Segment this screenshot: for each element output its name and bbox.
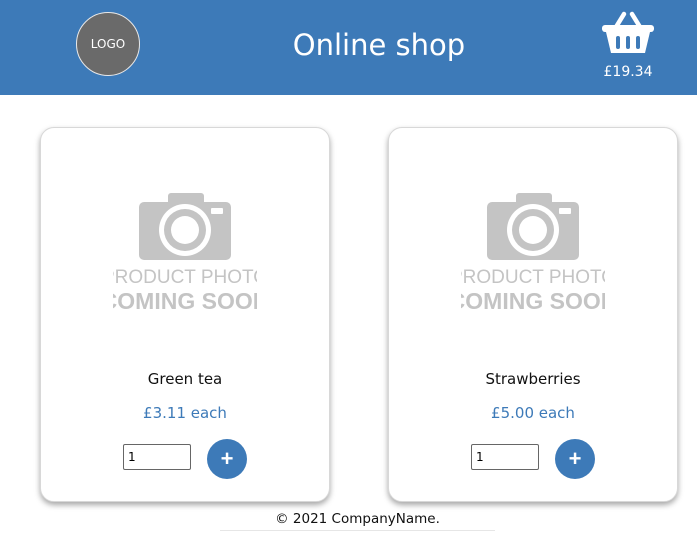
quantity-input[interactable] xyxy=(471,444,539,470)
product-card: PRODUCT PHOTO COMING SOON Green tea £3.1… xyxy=(40,127,330,502)
cart-button[interactable]: £19.34 xyxy=(594,10,662,86)
svg-text:COMING SOON: COMING SOON xyxy=(113,288,257,314)
quantity-input[interactable] xyxy=(123,444,191,470)
page-title: Online shop xyxy=(292,28,466,62)
product-card: PRODUCT PHOTO COMING SOON Strawberries £… xyxy=(388,127,678,502)
camera-icon xyxy=(139,193,231,260)
basket-icon xyxy=(602,11,654,53)
product-photo-placeholder: PRODUCT PHOTO COMING SOON xyxy=(113,193,257,314)
product-photo-placeholder: PRODUCT PHOTO COMING SOON xyxy=(461,193,605,314)
svg-text:PRODUCT PHOTO: PRODUCT PHOTO xyxy=(461,267,605,288)
product-name: Green tea xyxy=(147,370,223,388)
product-name: Strawberries xyxy=(485,370,581,388)
add-to-cart-button[interactable]: + xyxy=(555,439,595,479)
footer-copyright: © 2021 CompanyName. xyxy=(220,511,495,531)
camera-icon xyxy=(487,193,579,260)
site-header: LOGO Online shop £19.34 xyxy=(0,0,697,95)
logo[interactable]: LOGO xyxy=(76,12,140,76)
cart-total: £19.34 xyxy=(603,64,653,80)
svg-text:PRODUCT PHOTO: PRODUCT PHOTO xyxy=(113,267,257,288)
svg-text:COMING SOON: COMING SOON xyxy=(461,288,605,314)
product-price: £5.00 each xyxy=(491,404,575,422)
product-price: £3.11 each xyxy=(143,404,227,422)
add-to-cart-button[interactable]: + xyxy=(207,439,247,479)
